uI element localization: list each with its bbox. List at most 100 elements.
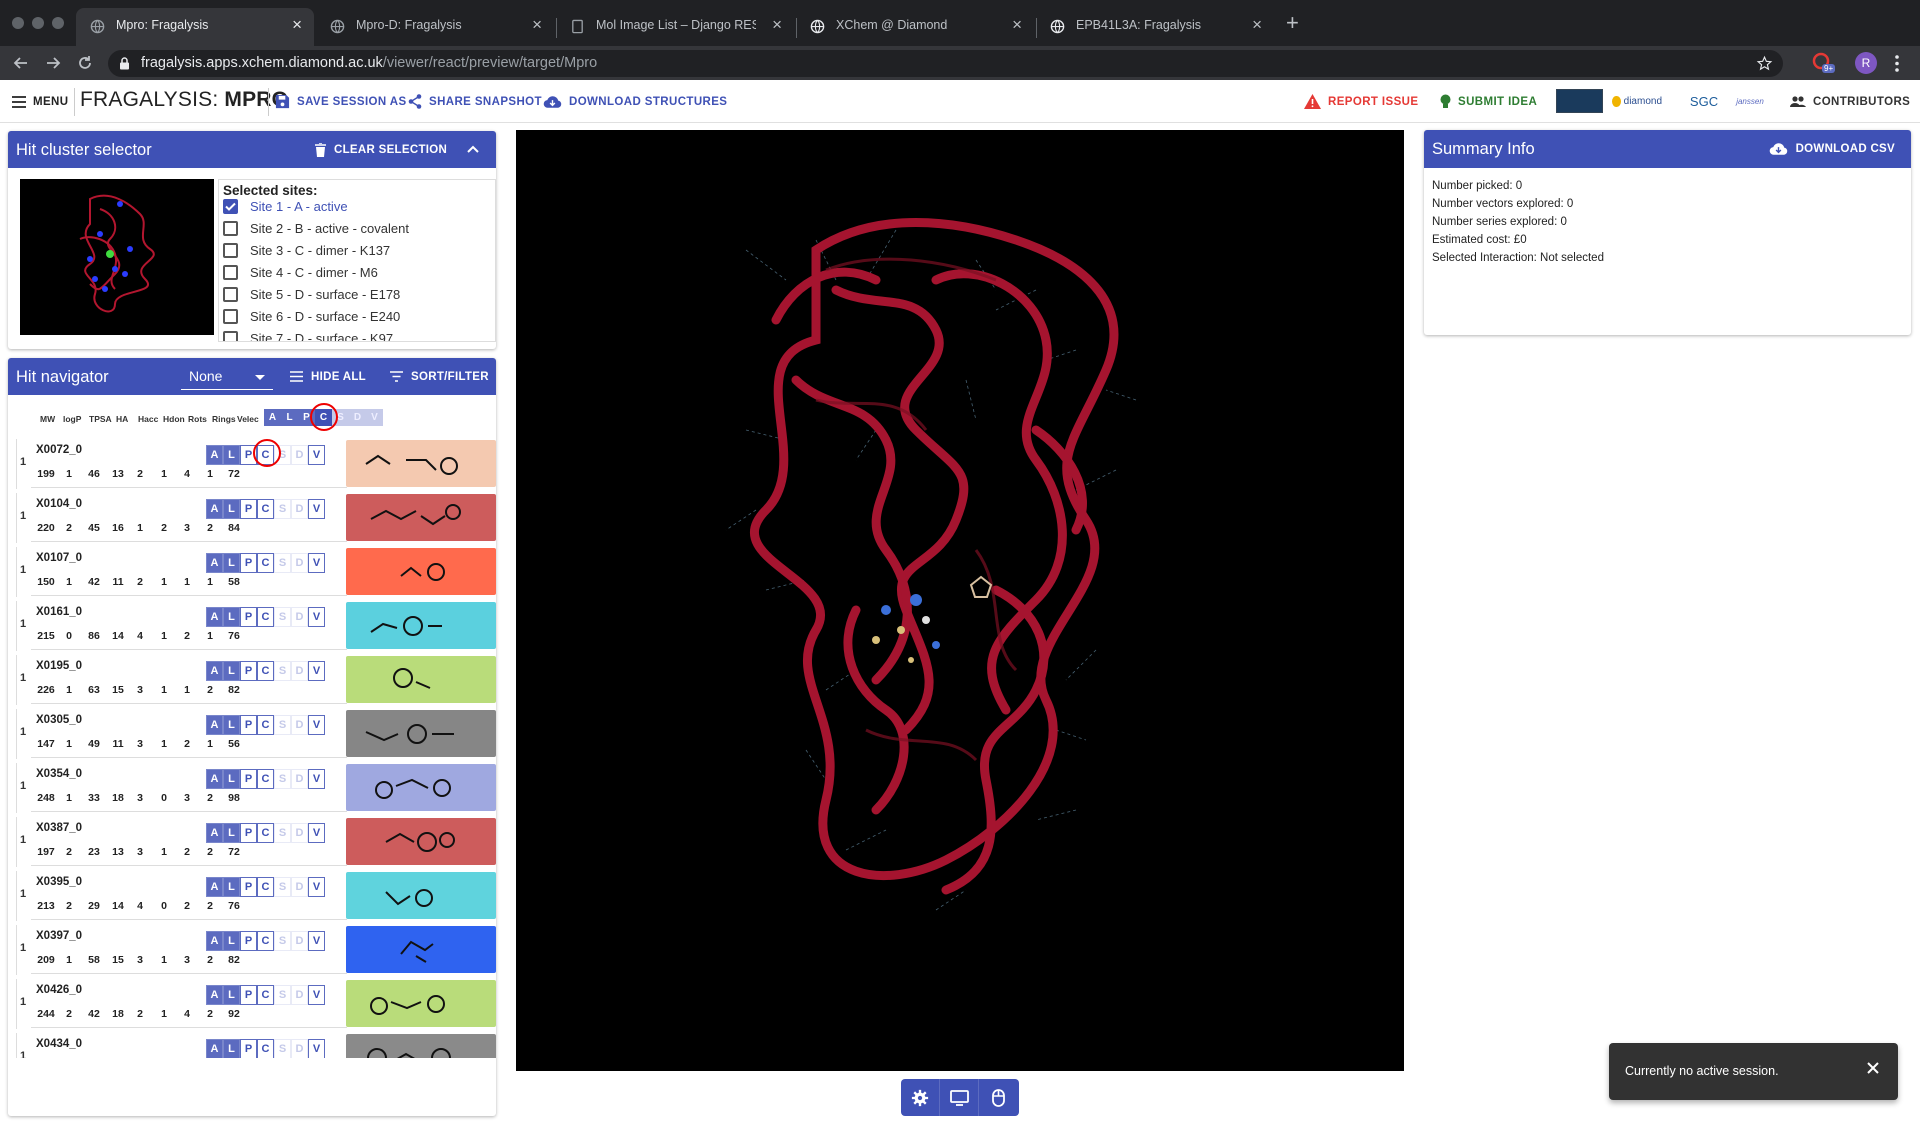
- browser-tab[interactable]: Mpro-D: Fragalysis ×: [316, 8, 554, 46]
- molecule-thumbnail[interactable]: [346, 494, 496, 541]
- toggle-a-button[interactable]: A: [206, 499, 223, 519]
- tab-close-icon[interactable]: ×: [1252, 15, 1262, 35]
- window-zoom-control[interactable]: [52, 17, 64, 29]
- toggle-v-button[interactable]: V: [308, 1039, 325, 1058]
- address-bar[interactable]: fragalysis.apps.xchem.diamond.ac.uk/view…: [108, 50, 1783, 77]
- filter-toggle-d[interactable]: D: [349, 409, 366, 426]
- extension-icon[interactable]: 9+: [1812, 52, 1836, 74]
- toggle-p-button[interactable]: P: [240, 823, 257, 843]
- hit-row[interactable]: 1 X0161_0 215 0 86 14 4 1 2 1 76 A L P C S D V: [16, 601, 497, 651]
- toggle-s-button[interactable]: S: [274, 553, 291, 573]
- site-checkbox-3[interactable]: Site 3 - C - dimer - K137: [223, 239, 390, 261]
- profile-avatar[interactable]: R: [1855, 52, 1877, 74]
- toggle-d-button[interactable]: D: [291, 931, 308, 951]
- toggle-d-button[interactable]: D: [291, 823, 308, 843]
- toggle-c-button[interactable]: C: [257, 931, 274, 951]
- toggle-c-button[interactable]: C: [257, 823, 274, 843]
- group-select[interactable]: None: [181, 366, 273, 390]
- toggle-a-button[interactable]: A: [206, 1039, 223, 1058]
- hit-row[interactable]: 1 X0387_0 197 2 23 13 3 1 2 2 72 A L P C S D V: [16, 817, 497, 867]
- hit-row[interactable]: 1 X0426_0 244 2 42 18 2 1 4 2 92 A L P C S D V: [16, 979, 497, 1029]
- hit-row[interactable]: 1 X0195_0 226 1 63 15 3 1 1 2 82 A L P C S D V: [16, 655, 497, 705]
- toggle-p-button[interactable]: P: [240, 715, 257, 735]
- toggle-v-button[interactable]: V: [308, 607, 325, 627]
- toggle-d-button[interactable]: D: [291, 499, 308, 519]
- hit-row[interactable]: 1 X0305_0 147 1 49 11 3 1 2 1 56 A L P C S D V: [16, 709, 497, 759]
- submit-idea-button[interactable]: SUBMIT IDEA: [1440, 80, 1537, 123]
- toggle-d-button[interactable]: D: [291, 445, 308, 465]
- close-icon[interactable]: [1866, 1061, 1880, 1075]
- toggle-p-button[interactable]: P: [240, 1039, 257, 1058]
- tab-close-icon[interactable]: ×: [772, 15, 782, 35]
- toggle-p-button[interactable]: P: [240, 607, 257, 627]
- toggle-v-button[interactable]: V: [308, 661, 325, 681]
- toggle-s-button[interactable]: S: [274, 661, 291, 681]
- viewer-settings-button[interactable]: [901, 1079, 940, 1116]
- report-issue-button[interactable]: REPORT ISSUE: [1304, 80, 1418, 123]
- toggle-c-button[interactable]: C: [257, 661, 274, 681]
- toggle-d-button[interactable]: D: [291, 1039, 308, 1058]
- site-checkbox-6[interactable]: Site 6 - D - surface - E240: [223, 305, 400, 327]
- toggle-c-button[interactable]: C: [257, 1039, 274, 1058]
- toggle-d-button[interactable]: D: [291, 985, 308, 1005]
- toggle-l-button[interactable]: L: [223, 661, 240, 681]
- toggle-l-button[interactable]: L: [223, 553, 240, 573]
- toggle-d-button[interactable]: D: [291, 607, 308, 627]
- molecule-thumbnail[interactable]: [346, 548, 496, 595]
- toggle-c-button[interactable]: C: [257, 553, 274, 573]
- molecule-thumbnail[interactable]: [346, 656, 496, 703]
- toggle-v-button[interactable]: V: [308, 715, 325, 735]
- save-session-button[interactable]: SAVE SESSION AS: [275, 80, 407, 123]
- browser-menu-icon[interactable]: [1894, 55, 1900, 72]
- hit-row[interactable]: 1X0434_021335416222280ALPCSDV: [16, 1033, 497, 1058]
- tab-close-icon[interactable]: ×: [292, 15, 302, 35]
- toggle-c-button[interactable]: C: [257, 877, 274, 897]
- reload-icon[interactable]: [76, 54, 94, 72]
- menu-button[interactable]: MENU: [12, 80, 68, 123]
- clear-selection-button[interactable]: CLEAR SELECTION: [315, 131, 447, 168]
- back-arrow-icon[interactable]: [12, 54, 30, 72]
- tab-close-icon[interactable]: ×: [532, 15, 542, 35]
- toggle-s-button[interactable]: S: [274, 823, 291, 843]
- toggle-s-button[interactable]: S: [274, 1039, 291, 1058]
- tab-close-icon[interactable]: ×: [1012, 15, 1022, 35]
- hit-row[interactable]: 1 X0397_0 209 1 58 15 3 1 3 2 82 A L P C S D V: [16, 925, 497, 975]
- filter-toggle-a[interactable]: A: [264, 409, 281, 426]
- contributors-button[interactable]: CONTRIBUTORS: [1790, 80, 1910, 123]
- viewer-display-button[interactable]: [940, 1079, 979, 1116]
- site-checkbox-1[interactable]: Site 1 - A - active: [223, 195, 348, 217]
- hit-row[interactable]: 1 X0107_0 150 1 42 11 2 1 1 1 58 A L P C S D V: [16, 547, 497, 597]
- sort-filter-button[interactable]: SORT/FILTER: [390, 358, 489, 395]
- site-checkbox-4[interactable]: Site 4 - C - dimer - M6: [223, 261, 378, 283]
- toggle-l-button[interactable]: L: [223, 607, 240, 627]
- toggle-c-button[interactable]: C: [257, 607, 274, 627]
- chevron-up-icon[interactable]: [467, 145, 479, 153]
- toggle-d-button[interactable]: D: [291, 661, 308, 681]
- toggle-s-button[interactable]: S: [274, 877, 291, 897]
- browser-tab[interactable]: XChem @ Diamond ×: [796, 8, 1034, 46]
- toggle-d-button[interactable]: D: [291, 553, 308, 573]
- window-minimize-control[interactable]: [32, 17, 44, 29]
- toggle-c-button[interactable]: C: [257, 769, 274, 789]
- toggle-l-button[interactable]: L: [223, 877, 240, 897]
- molecule-thumbnail[interactable]: [346, 872, 496, 919]
- hit-row[interactable]: 1 X0104_0 220 2 45 16 1 2 3 2 84 A L P C S D V: [16, 493, 497, 543]
- toggle-c-button[interactable]: C: [257, 499, 274, 519]
- site-checkbox-7[interactable]: Site 7 - D - surface - K97: [223, 327, 393, 341]
- toggle-v-button[interactable]: V: [308, 877, 325, 897]
- toggle-a-button[interactable]: A: [206, 607, 223, 627]
- toggle-l-button[interactable]: L: [223, 715, 240, 735]
- download-structures-button[interactable]: DOWNLOAD STRUCTURES: [543, 80, 727, 123]
- toggle-a-button[interactable]: A: [206, 553, 223, 573]
- molecule-thumbnail[interactable]: [346, 980, 496, 1027]
- browser-tab[interactable]: Mpro: Fragalysis ×: [76, 8, 314, 46]
- toggle-v-button[interactable]: V: [308, 823, 325, 843]
- browser-tab[interactable]: Mol Image List – Django REST fr ×: [556, 8, 794, 46]
- toggle-l-button[interactable]: L: [223, 985, 240, 1005]
- toggle-p-button[interactable]: P: [240, 499, 257, 519]
- toggle-v-button[interactable]: V: [308, 553, 325, 573]
- toggle-s-button[interactable]: S: [274, 931, 291, 951]
- window-close-control[interactable]: [12, 17, 24, 29]
- toggle-s-button[interactable]: S: [274, 499, 291, 519]
- hit-row[interactable]: 1 X0354_0 248 1 33 18 3 0 3 2 98 A L P C S D V: [16, 763, 497, 813]
